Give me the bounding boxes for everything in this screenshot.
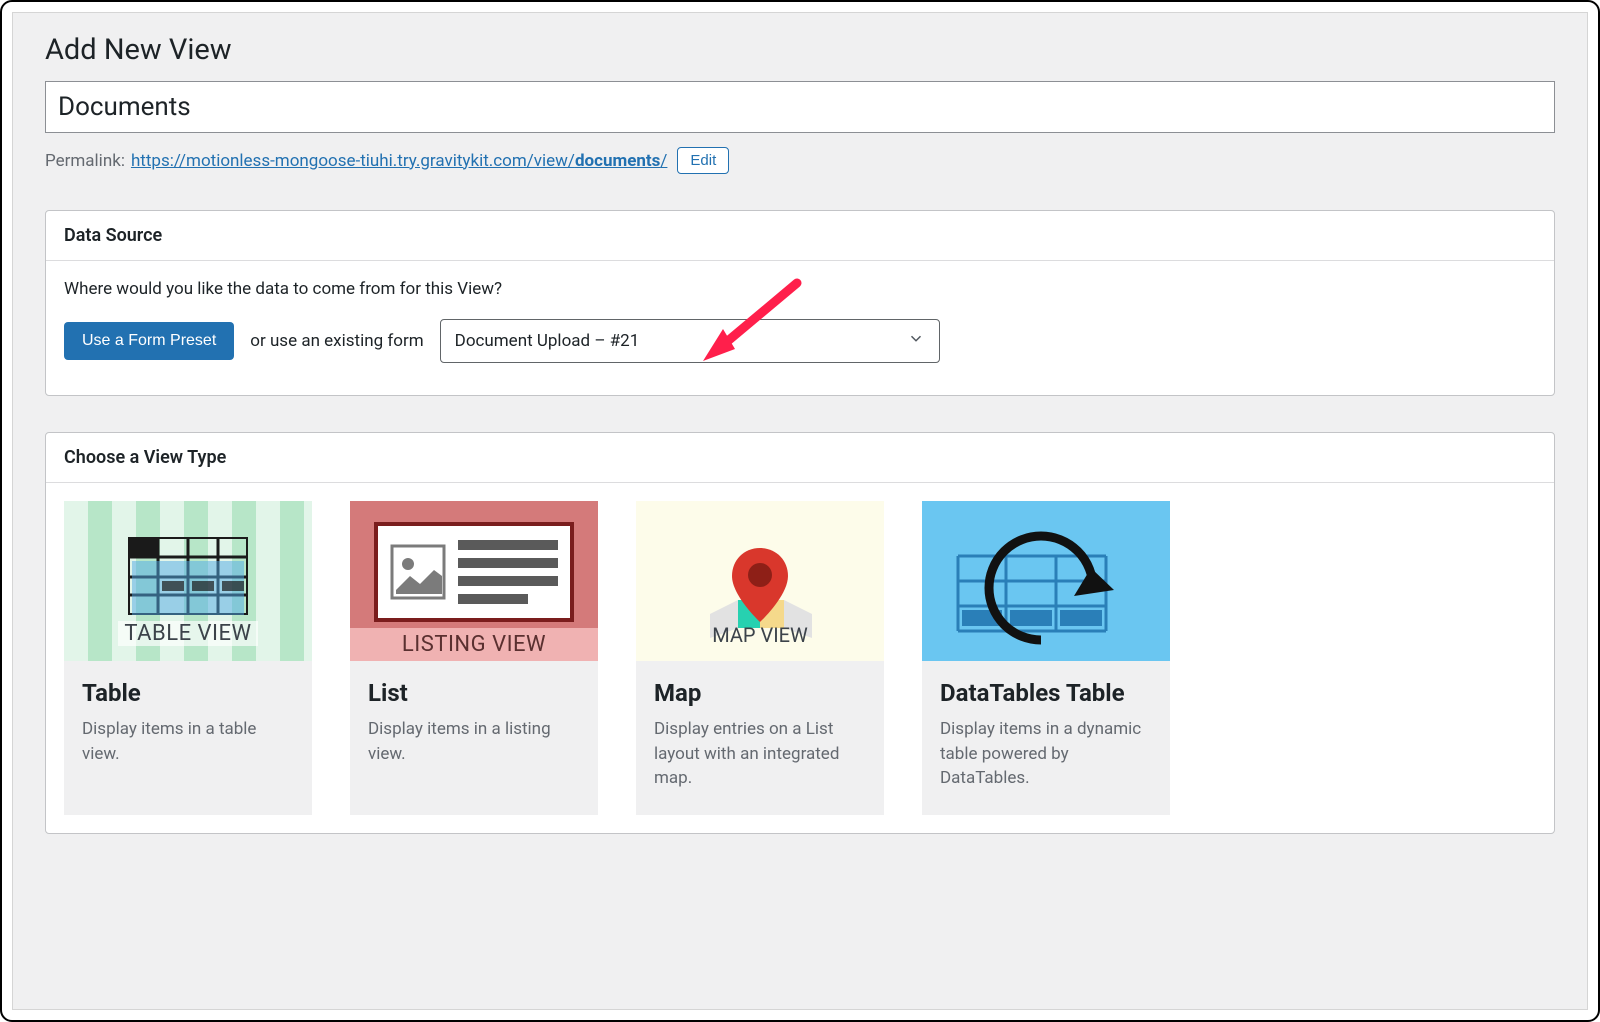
data-source-panel: Data Source Where would you like the dat… — [45, 210, 1555, 396]
view-card-desc: Display items in a table view. — [82, 717, 294, 766]
permalink-row: Permalink: https://motionless-mongoose-t… — [45, 147, 1555, 174]
existing-form-select[interactable]: Document Upload – #21 — [440, 319, 940, 363]
view-card-title: List — [368, 679, 580, 707]
view-card-datatables[interactable]: DataTables Table Display items in a dyna… — [922, 501, 1170, 815]
permalink-link[interactable]: https://motionless-mongoose-tiuhi.try.gr… — [131, 151, 667, 171]
page-heading: Add New View — [45, 33, 1555, 67]
datatables-view-thumbnail — [922, 501, 1170, 661]
select-value: Document Upload – #21 — [455, 331, 640, 351]
view-title-input[interactable] — [45, 81, 1555, 133]
view-card-desc: Display items in a listing view. — [368, 717, 580, 766]
or-text: or use an existing form — [250, 331, 423, 351]
choose-view-type-panel: Choose a View Type — [45, 432, 1555, 834]
permalink-label: Permalink: — [45, 151, 125, 171]
choose-view-type-heading: Choose a View Type — [46, 433, 1554, 483]
data-source-question: Where would you like the data to come fr… — [64, 279, 1536, 299]
table-view-thumbnail: TABLE VIEW — [64, 501, 312, 661]
view-card-title: Map — [654, 679, 866, 707]
view-card-title: DataTables Table — [940, 679, 1152, 707]
data-source-heading: Data Source — [46, 211, 1554, 261]
edit-permalink-button[interactable]: Edit — [677, 147, 729, 174]
use-form-preset-button[interactable]: Use a Form Preset — [64, 322, 234, 360]
list-view-thumbnail: LISTING VIEW — [350, 501, 598, 661]
svg-text:MAP VIEW: MAP VIEW — [712, 623, 808, 646]
view-card-list[interactable]: LISTING VIEW List Display items in a lis… — [350, 501, 598, 815]
view-card-map[interactable]: MAP VIEW Map Display entries on a List l… — [636, 501, 884, 815]
view-card-desc: Display entries on a List layout with an… — [654, 717, 866, 791]
map-view-thumbnail: MAP VIEW — [636, 501, 884, 661]
chevron-down-icon — [907, 330, 925, 353]
view-card-table[interactable]: TABLE VIEW Table Display items in a tabl… — [64, 501, 312, 815]
view-card-desc: Display items in a dynamic table powered… — [940, 717, 1152, 791]
view-card-title: Table — [82, 679, 294, 707]
